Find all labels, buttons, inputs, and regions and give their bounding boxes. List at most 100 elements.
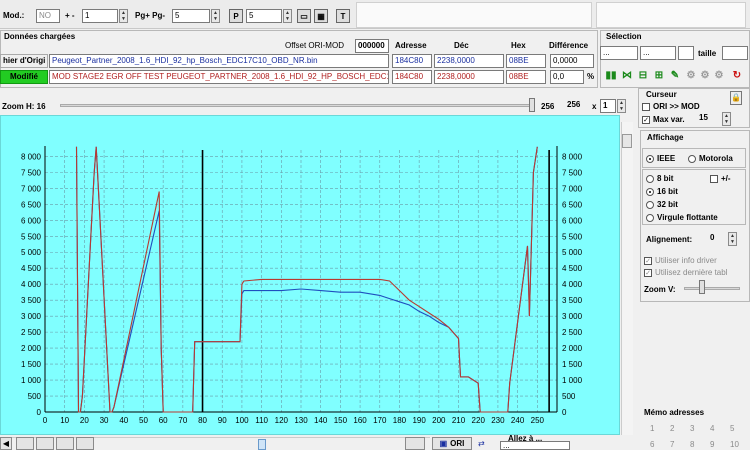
hscroll-btn2[interactable] [16, 437, 34, 450]
selection-start[interactable]: ... [600, 46, 638, 60]
mod-file-name[interactable]: MOD STAGE2 EGR OFF TEST PEUGEOT_PARTNER_… [49, 70, 389, 84]
ori-address[interactable]: 184C80 [392, 54, 432, 68]
ori-hex[interactable]: 08BE [506, 54, 546, 68]
bit32-radio-dot[interactable] [646, 200, 654, 209]
max-var-field[interactable]: 15 [697, 112, 719, 126]
use-last-box[interactable]: ✓ [644, 268, 652, 277]
zoom-h-slider-thumb[interactable] [529, 98, 535, 112]
tool2-icon[interactable]: ⚙ [698, 68, 712, 82]
frame-icon[interactable]: ▭ [297, 9, 311, 23]
align-spinner[interactable]: ▲ ▼ [728, 232, 737, 246]
plus-minus-field[interactable]: 1 [82, 9, 118, 23]
y-tick-label-right: 1 500 [562, 360, 583, 369]
tool3-icon[interactable]: ⚙ [712, 68, 726, 82]
goto-field[interactable]: ... [500, 441, 570, 450]
use-driver-checkbox[interactable]: ✓ Utiliser info driver [644, 256, 717, 265]
max-var-checkbox[interactable]: ✓ Max var. [642, 115, 685, 124]
hscroll-left[interactable]: ◀ [0, 437, 12, 450]
copy-icon[interactable]: ⊟ [636, 68, 650, 82]
motorola-radio[interactable]: Motorola [688, 154, 733, 163]
p-field[interactable]: 5 [246, 9, 282, 23]
chart[interactable]: 0 0500 5001 000 1 0001 500 1 5002 000 2 0002 … [0, 115, 620, 435]
toolbar-right-area [596, 2, 746, 28]
lock-icon[interactable]: 🔒 [730, 91, 742, 105]
max-var-box[interactable]: ✓ [642, 115, 650, 124]
size-field[interactable] [722, 46, 748, 60]
bit8-radio-dot[interactable] [646, 174, 654, 183]
float-radio[interactable]: Virgule flottante [646, 213, 718, 222]
swap-icon[interactable]: ⇄ [478, 439, 485, 448]
size-label: taille [698, 49, 717, 58]
use-driver-box[interactable]: ✓ [644, 256, 652, 265]
memo-number-4[interactable]: 4 [710, 424, 714, 433]
mod-address[interactable]: 184C80 [392, 70, 432, 84]
chart-vscroll-thumb[interactable] [622, 134, 632, 148]
ori-dec[interactable]: 2238,0000 [434, 54, 504, 68]
mod-hex[interactable]: 08BE [506, 70, 546, 84]
edit-icon[interactable]: ✎ [668, 68, 682, 82]
signed-checkbox[interactable]: +/- [710, 174, 731, 183]
bit32-radio[interactable]: 32 bit [646, 200, 678, 209]
p-spinner[interactable]: ▲ ▼ [283, 9, 292, 23]
memo-number-10[interactable]: 10 [730, 440, 739, 449]
mod-field[interactable]: NO [36, 9, 60, 23]
bit16-radio-dot[interactable] [646, 187, 654, 196]
chart-vscroll[interactable] [621, 122, 633, 435]
tool1-icon[interactable]: ⚙ [684, 68, 698, 82]
pg-spinner[interactable]: ▲ ▼ [211, 9, 220, 23]
text-icon[interactable]: T [336, 9, 350, 23]
ori-mod-checkbox[interactable]: ORI >> MOD [642, 102, 700, 111]
x-tick-label: 40 [119, 416, 128, 425]
zoom-mult-field[interactable]: 1 [600, 99, 616, 113]
memo-number-5[interactable]: 5 [730, 424, 734, 433]
selection-title: Sélection [606, 32, 642, 41]
hscroll-btn4[interactable] [56, 437, 74, 450]
float-radio-dot[interactable] [646, 213, 654, 222]
refresh-icon[interactable]: ↻ [730, 68, 744, 82]
select-range-icon[interactable]: ⋈ [620, 68, 634, 82]
pg-field[interactable]: 5 [172, 9, 210, 23]
memo-number-6[interactable]: 6 [650, 440, 654, 449]
ori-button[interactable]: ▣ ORI [432, 437, 472, 450]
memo-number-2[interactable]: 2 [670, 424, 674, 433]
mod-dec[interactable]: 2238,0000 [434, 70, 504, 84]
use-last-checkbox[interactable]: ✓ Utilisez dernière tabl [644, 268, 727, 277]
zoom-h-field[interactable]: 256 [565, 99, 589, 113]
zoom-v-slider-thumb[interactable] [699, 280, 705, 294]
grid-icon[interactable]: ▦ [314, 9, 328, 23]
ori-diff[interactable]: 0,0000 [550, 54, 594, 68]
offset-field[interactable]: 000000 [355, 39, 389, 53]
max-var-spinner[interactable]: ▲ ▼ [722, 112, 731, 126]
zoom-v-slider-track[interactable] [684, 287, 740, 290]
signed-box[interactable] [710, 174, 718, 183]
y-tick-label-right: 7 500 [562, 168, 583, 177]
zoom-mult-spinner[interactable]: ▲ ▼ [617, 99, 626, 113]
hscroll-btn5[interactable] [76, 437, 94, 450]
bit16-radio[interactable]: 16 bit [646, 187, 678, 196]
memo-number-7[interactable]: 7 [670, 440, 674, 449]
ori-mod-box[interactable] [642, 102, 650, 111]
memo-number-1[interactable]: 1 [650, 424, 654, 433]
zoom-h-slider-track[interactable] [60, 104, 534, 107]
plus-minus-spinner[interactable]: ▲ ▼ [119, 9, 128, 23]
bit8-radio[interactable]: 8 bit [646, 174, 673, 183]
mod-diff[interactable]: 0,0 [550, 70, 584, 84]
align-field[interactable]: 0 [708, 232, 726, 246]
paste-icon[interactable]: ⊞ [652, 68, 666, 82]
zoom-v-label: Zoom V: [644, 285, 676, 294]
selection-end[interactable]: ... [640, 46, 676, 60]
bit16-label: 16 bit [657, 187, 678, 196]
memo-number-8[interactable]: 8 [690, 440, 694, 449]
open-ori-icon[interactable]: ▮▮ [604, 68, 618, 82]
ieee-radio-dot[interactable] [646, 154, 654, 163]
p-icon[interactable]: P [229, 9, 243, 23]
memo-number-3[interactable]: 3 [690, 424, 694, 433]
selection-extra[interactable] [678, 46, 694, 60]
ieee-radio[interactable]: IEEE [646, 154, 675, 163]
memo-number-9[interactable]: 9 [710, 440, 714, 449]
ori-file-name[interactable]: Peugeot_Partner_2008_1.6_HDI_92_hp_Bosch… [49, 54, 389, 68]
hscroll-btn6[interactable] [405, 437, 425, 450]
motorola-radio-dot[interactable] [688, 154, 696, 163]
hscroll-thumb[interactable] [258, 439, 266, 450]
hscroll-btn3[interactable] [36, 437, 54, 450]
